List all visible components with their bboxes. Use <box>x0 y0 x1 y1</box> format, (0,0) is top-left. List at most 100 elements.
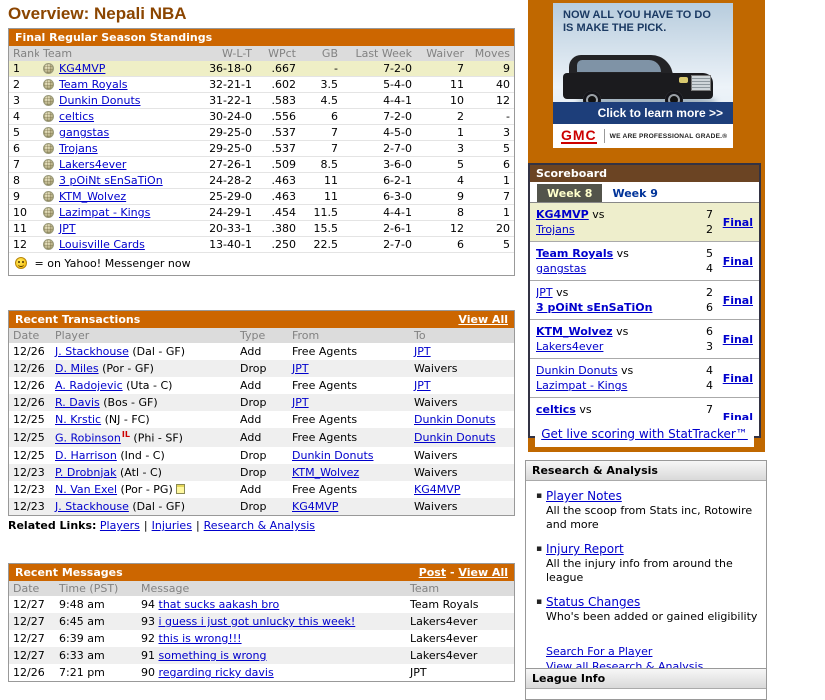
from-value[interactable]: JPT <box>292 362 309 375</box>
player-link[interactable]: P. Drobnjak <box>55 466 117 479</box>
player-cell: P. Drobnjak (Atl - C) <box>51 464 236 481</box>
to-value[interactable]: Dunkin Donuts <box>414 431 496 444</box>
suv-grille <box>691 75 711 91</box>
from-value[interactable]: Free Agents <box>292 431 357 444</box>
team-link[interactable]: gangstas <box>59 126 109 139</box>
team2-score: 3 <box>697 339 713 354</box>
player-detail: (Ind - C) <box>120 449 164 462</box>
to-value[interactable]: Waivers <box>414 466 458 479</box>
matchup-team1-link[interactable]: JPT <box>536 286 553 299</box>
tab-week-9[interactable]: Week 9 <box>602 184 667 202</box>
team-link[interactable]: JPT <box>59 222 76 235</box>
team-cell: Lakers4ever <box>406 647 514 664</box>
matchup-team2-link[interactable]: Lakers4ever <box>536 340 603 353</box>
from-value[interactable]: KG4MVP <box>292 500 338 513</box>
player-link[interactable]: G. Robinson <box>55 432 121 445</box>
matchup-team1-link[interactable]: celtics <box>536 403 576 416</box>
to-value[interactable]: Dunkin Donuts <box>414 413 496 426</box>
player-detail: (Bos - GF) <box>103 396 157 409</box>
team-link[interactable]: celtics <box>59 110 94 123</box>
team-link[interactable]: 3 pOiNt sEnSaTiOn <box>59 174 163 187</box>
final-link[interactable]: Final <box>723 294 753 307</box>
to-value[interactable]: JPT <box>414 379 431 392</box>
messages-view-all-link[interactable]: View All <box>458 566 508 579</box>
from-value[interactable]: Free Agents <box>292 379 357 392</box>
message-subject-link[interactable]: that sucks aakash bro <box>159 598 280 611</box>
team-link[interactable]: Team Royals <box>59 78 128 91</box>
from-value[interactable]: Free Agents <box>292 345 357 358</box>
team-cell: Trojans <box>39 141 194 157</box>
related-link-injuries[interactable]: Injuries <box>152 519 192 532</box>
transaction-row: 12/23 N. Van Exel (Por - PG) Add Free Ag… <box>9 481 514 498</box>
team-link[interactable]: Louisville Cards <box>59 238 145 251</box>
from-value[interactable]: Free Agents <box>292 483 357 496</box>
player-link[interactable]: D. Miles <box>55 362 99 375</box>
message-subject-link[interactable]: something is wrong <box>159 649 267 662</box>
final-link[interactable]: Final <box>723 372 753 385</box>
post-link[interactable]: Post <box>419 566 446 579</box>
search-player-link[interactable]: Search For a Player <box>546 645 652 658</box>
team-link[interactable]: Lakers4ever <box>59 158 126 171</box>
to-value[interactable]: Waivers <box>414 500 458 513</box>
player-link[interactable]: A. Radojevic <box>55 379 123 392</box>
player-link[interactable]: R. Davis <box>55 396 100 409</box>
related-link-players[interactable]: Players <box>100 519 140 532</box>
research-item-link[interactable]: Player Notes <box>546 489 622 503</box>
team-link[interactable]: KTM_Wolvez <box>59 190 126 203</box>
team-link[interactable]: KG4MVP <box>59 62 105 75</box>
player-link[interactable]: J. Stackhouse <box>55 500 129 513</box>
gmc-ad-banner[interactable]: NOW ALL YOU HAVE TO DO IS MAKE THE PICK.… <box>553 3 733 148</box>
col-lastweek: Last Week <box>342 46 416 61</box>
messenger-status-icon <box>43 207 54 218</box>
matchup-team2-link[interactable]: Trojans <box>536 223 575 236</box>
matchup-team1-link[interactable]: Team Royals <box>536 247 613 260</box>
team-link[interactable]: Trojans <box>59 142 98 155</box>
note-icon[interactable] <box>176 484 185 494</box>
from-value[interactable]: JPT <box>292 396 309 409</box>
matchup-team2-link[interactable]: Lazimpat - Kings <box>536 379 627 392</box>
matchup-team2-link[interactable]: gangstas <box>536 262 586 275</box>
player-link[interactable]: J. Stackhouse <box>55 345 129 358</box>
ad-cta-button[interactable]: Click to learn more >> <box>553 102 733 124</box>
stattracker-link[interactable]: Get live scoring with StatTracker™ <box>541 427 748 441</box>
research-item-link[interactable]: Status Changes <box>546 595 640 609</box>
team-link[interactable]: Lazimpat - Kings <box>59 206 150 219</box>
matchup-team2-link[interactable]: 3 pOiNt sEnSaTiOn <box>536 301 652 314</box>
injury-badge: IL <box>122 430 130 439</box>
player-link[interactable]: N. Van Exel <box>55 483 117 496</box>
to-value[interactable]: Waivers <box>414 396 458 409</box>
separator: | <box>144 519 148 532</box>
team-link[interactable]: Dunkin Donuts <box>59 94 141 107</box>
matchup-team1-link[interactable]: KTM_Wolvez <box>536 325 613 338</box>
col-from: From <box>288 328 410 343</box>
to-value[interactable]: JPT <box>414 345 431 358</box>
rank-cell: 1 <box>9 61 39 77</box>
gb-cell: 15.5 <box>300 221 342 237</box>
final-link[interactable]: Final <box>723 333 753 346</box>
from-value[interactable]: Dunkin Donuts <box>292 449 374 462</box>
message-subject-link[interactable]: i guess i just got unlucky this week! <box>159 615 356 628</box>
standings-title: Final Regular Season Standings <box>15 31 212 44</box>
message-subject-link[interactable]: regarding ricky davis <box>159 666 274 679</box>
player-link[interactable]: N. Krstic <box>55 413 101 426</box>
from-value[interactable]: KTM_Wolvez <box>292 466 359 479</box>
to-value[interactable]: Waivers <box>414 449 458 462</box>
suv-headlight <box>679 77 688 83</box>
matchup-team1-link[interactable]: Dunkin Donuts <box>536 364 618 377</box>
messenger-note-row: = on Yahoo! Messenger now <box>9 252 514 275</box>
matchup-team1-link[interactable]: KG4MVP <box>536 208 589 221</box>
col-rank: Rank <box>9 46 39 61</box>
message-subject-link[interactable]: this is wrong!!! <box>159 632 242 645</box>
time-cell: 6:33 am <box>55 647 137 664</box>
final-link[interactable]: Final <box>723 216 753 229</box>
research-item-link[interactable]: Injury Report <box>546 542 624 556</box>
to-value[interactable]: KG4MVP <box>414 483 460 496</box>
transactions-view-all-link[interactable]: View All <box>458 313 508 326</box>
player-link[interactable]: D. Harrison <box>55 449 117 462</box>
from-value[interactable]: Free Agents <box>292 413 357 426</box>
tab-week-8[interactable]: Week 8 <box>537 184 602 202</box>
to-value[interactable]: Waivers <box>414 362 458 375</box>
lastweek-cell: 2-7-0 <box>342 237 416 253</box>
final-link[interactable]: Final <box>723 255 753 268</box>
related-link-research[interactable]: Research & Analysis <box>204 519 315 532</box>
